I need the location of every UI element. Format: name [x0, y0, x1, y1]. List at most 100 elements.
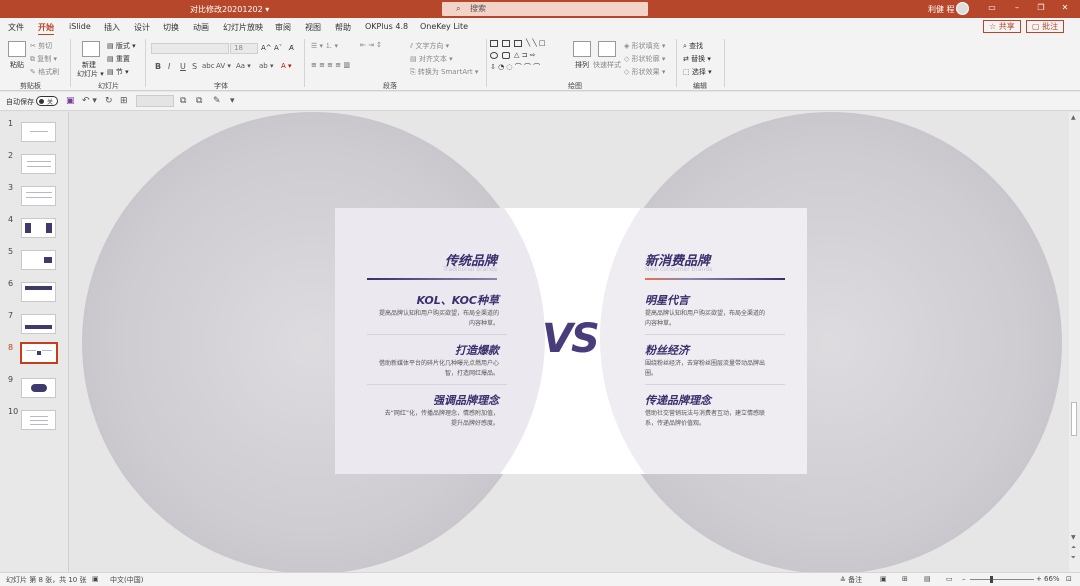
qat-tool-icon[interactable]: ⧉	[180, 96, 186, 106]
tab-islide[interactable]: iSlide	[69, 22, 91, 31]
left-item-title[interactable]: 强调品牌理念	[433, 392, 499, 408]
tab-help[interactable]: 帮助	[335, 22, 351, 33]
shape-triangle-icon[interactable]: △ ⊐ ⇨	[514, 51, 536, 59]
undo-icon[interactable]: ↶ ▾	[82, 96, 97, 106]
slide-thumbnail-9[interactable]	[21, 378, 56, 398]
zoom-slider[interactable]	[970, 576, 1034, 583]
bullets-button[interactable]: ☰ ▾ ⒈ ▾	[311, 41, 338, 51]
text-shadow-button[interactable]: abc	[202, 62, 215, 70]
left-subheading[interactable]: Traditional brands	[443, 266, 497, 273]
slide-thumbnail-4[interactable]	[21, 218, 56, 238]
left-item-title[interactable]: 打造爆款	[455, 342, 499, 358]
redo-icon[interactable]: ↻	[105, 96, 113, 106]
new-slide-icon[interactable]	[82, 41, 100, 57]
left-item-text[interactable]: 提升品牌好感度。	[451, 419, 499, 429]
layout-button[interactable]: ▤ 版式 ▾	[107, 41, 136, 51]
text-direction-button[interactable]: ⫽ 文字方向 ▾	[410, 41, 449, 51]
right-subheading[interactable]: New consumer brands	[645, 266, 712, 273]
left-item-title[interactable]: KOL、KOC种草	[417, 292, 499, 308]
convert-smartart-button[interactable]: ⎘ 转换为 SmartArt ▾	[410, 67, 478, 77]
customize-qat-icon[interactable]: ▾	[230, 96, 235, 106]
comments-button[interactable]: ▢ 批注	[1026, 20, 1065, 33]
spellcheck-icon[interactable]: ▣	[92, 575, 99, 583]
shape-effects-button[interactable]: ◇ 形状效果 ▾	[624, 67, 665, 77]
clear-formatting-button[interactable]: A̸	[289, 44, 294, 52]
language-indicator[interactable]: 中文(中国)	[110, 575, 143, 585]
font-name-select[interactable]	[151, 43, 229, 54]
previous-slide-icon[interactable]: ⏶	[1071, 544, 1076, 552]
tab-transitions[interactable]: 切换	[163, 22, 179, 33]
shape-rectangle-icon[interactable]	[490, 40, 498, 47]
slide-thumbnail-2[interactable]	[21, 154, 56, 174]
zoom-out-icon[interactable]: –	[962, 575, 966, 583]
slide-thumbnail-7[interactable]	[21, 314, 56, 334]
arrange-button[interactable]: 排列	[575, 60, 589, 70]
maximize-button[interactable]: ❐	[1034, 3, 1048, 12]
left-item-text[interactable]: 智，打造网红爆品。	[445, 369, 499, 379]
strikethrough-button[interactable]: S	[192, 62, 197, 71]
quick-styles-icon[interactable]	[598, 41, 616, 57]
slide-thumbnail-1[interactable]	[21, 122, 56, 142]
search-input[interactable]: ⌕ 搜索	[442, 2, 648, 16]
reading-view-icon[interactable]: ▤	[924, 575, 931, 583]
slide-thumbnail-5[interactable]	[21, 250, 56, 270]
user-name[interactable]: 利健 程	[928, 4, 955, 15]
shape-line-icon[interactable]: ╲ ╲ □	[526, 39, 546, 47]
new-slide-dropdown[interactable]: 幻灯片 ▾	[77, 69, 104, 79]
grow-font-button[interactable]: A^	[261, 44, 272, 52]
bold-button[interactable]: B	[155, 62, 161, 71]
left-item-text[interactable]: 借助新媒体平台的碎片化几种曝光点燃用户心	[379, 359, 499, 369]
scrollbar-thumb[interactable]	[1071, 402, 1077, 436]
tab-design[interactable]: 设计	[134, 22, 150, 33]
underline-button[interactable]: U	[180, 62, 186, 71]
replace-button[interactable]: ⇄ 替换 ▾	[683, 54, 711, 64]
right-item-text[interactable]: 围绕粉丝经济，去穿粉丝圈层流量带动品牌出	[645, 359, 765, 369]
scroll-up-icon[interactable]: ▲	[1071, 114, 1076, 121]
zoom-in-icon[interactable]: +	[1036, 575, 1042, 583]
ribbon-display-options-button[interactable]: ▭	[985, 3, 999, 12]
shape-gallery[interactable]: ╲ ╲ □ △ ⊐ ⇨ ⇩ ◔ ◌ ⌒ ⌒ ⌒	[490, 39, 562, 76]
qat-dropdown[interactable]	[136, 95, 174, 107]
paste-icon[interactable]	[8, 41, 26, 57]
next-slide-icon[interactable]: ⏷	[1071, 554, 1076, 562]
right-item-text[interactable]: 内容种草。	[645, 319, 675, 329]
shape-fill-button[interactable]: ◈ 形状填充 ▾	[624, 41, 665, 51]
scroll-down-icon[interactable]: ▼	[1071, 534, 1076, 541]
slide-sorter-view-icon[interactable]: ⊞	[902, 575, 908, 583]
tab-okplus[interactable]: OKPlus 4.8	[365, 22, 408, 31]
arrange-icon[interactable]	[573, 41, 591, 57]
character-spacing-button[interactable]: AV ▾	[216, 62, 231, 70]
share-button[interactable]: ☆ 共享	[983, 20, 1021, 33]
qat-tool2-icon[interactable]: ⧉	[196, 96, 202, 106]
right-item-text[interactable]: 借助社交营销玩法与消费者互动，建立情感联	[645, 409, 765, 419]
slideshow-view-icon[interactable]: ▭	[946, 575, 953, 583]
present-icon[interactable]: ⊞	[120, 96, 128, 106]
save-icon[interactable]: ▣	[66, 96, 75, 106]
left-item-text[interactable]: 去“网红”化，传播品牌理念，情感附加值，	[385, 409, 499, 419]
left-item-text[interactable]: 内容种草。	[469, 319, 499, 329]
indent-buttons[interactable]: ⇤ ⇥ ↕	[360, 41, 382, 49]
normal-view-icon[interactable]: ▣	[880, 575, 887, 583]
italic-button[interactable]: I	[168, 62, 170, 71]
current-slide[interactable]: 传统品牌 Traditional brands KOL、KOC种草 提高品牌认知…	[335, 208, 807, 474]
shape-oval-icon[interactable]	[490, 52, 498, 59]
align-buttons[interactable]: ≡ ≡ ≡ ≡ ▥	[311, 61, 350, 69]
shape-rounded-rect-icon[interactable]	[502, 52, 510, 59]
right-item-title[interactable]: 粉丝经济	[645, 342, 689, 358]
select-button[interactable]: ⬚ 选择 ▾	[683, 67, 712, 77]
tab-slideshow[interactable]: 幻灯片放映	[223, 22, 263, 33]
document-title[interactable]: 对比修改20201202 ▾	[190, 4, 269, 15]
tab-insert[interactable]: 插入	[104, 22, 120, 33]
left-item-text[interactable]: 提高品牌认知和用户购买欲望，布局全渠道的	[379, 309, 499, 319]
fit-slide-icon[interactable]: ⊡	[1066, 575, 1072, 583]
shrink-font-button[interactable]: Aˇ	[274, 44, 282, 52]
shape-outline-button[interactable]: ◇ 形状轮廓 ▾	[624, 54, 665, 64]
tab-review[interactable]: 审阅	[275, 22, 291, 33]
right-item-title[interactable]: 传递品牌理念	[645, 392, 711, 408]
slide-thumbnail-10[interactable]	[21, 410, 56, 430]
zoom-slider-knob[interactable]	[990, 576, 993, 583]
quick-styles-button[interactable]: 快速样式	[593, 60, 621, 70]
vs-label[interactable]: VS	[542, 316, 600, 362]
highlight-button[interactable]: ab ▾	[259, 62, 273, 70]
right-item-text[interactable]: 圈。	[645, 369, 657, 379]
